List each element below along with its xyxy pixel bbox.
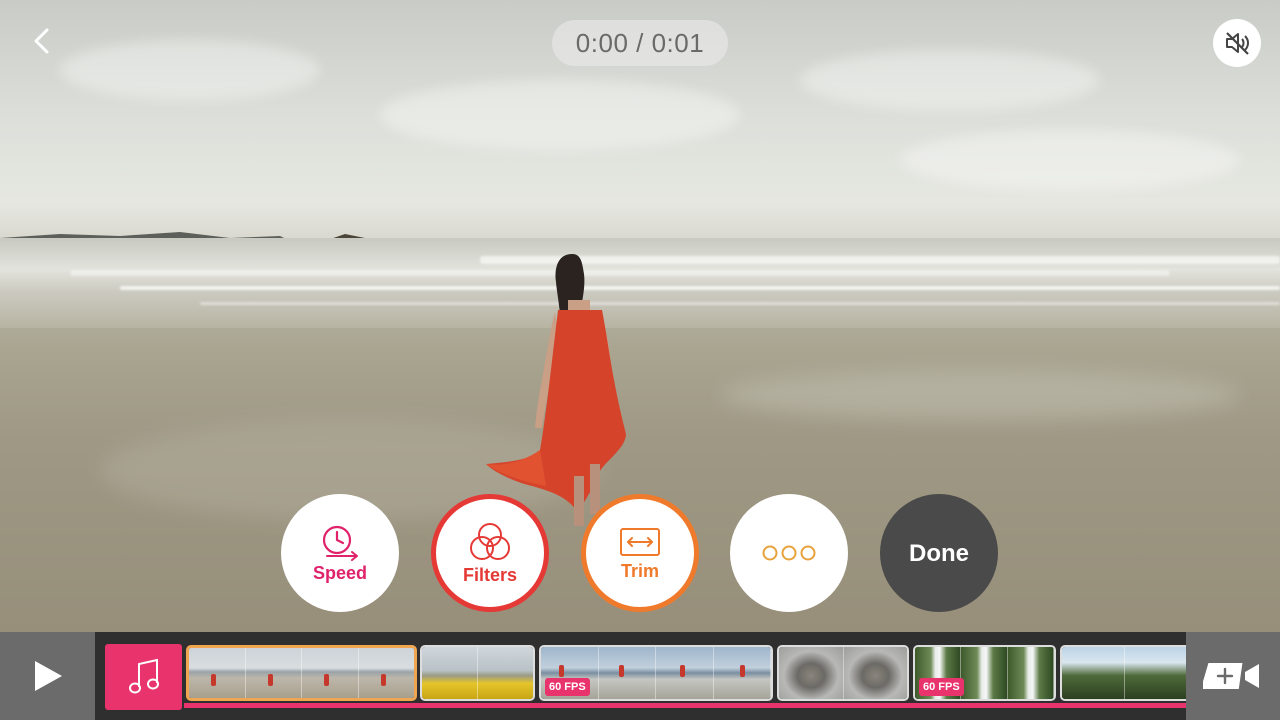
clip-frame [656, 647, 714, 699]
done-label: Done [909, 540, 969, 567]
cloud [380, 80, 740, 150]
clip-frame [779, 647, 844, 699]
music-note-icon [128, 658, 159, 694]
clip-frame [302, 648, 359, 698]
cloud [60, 40, 320, 100]
speed-label: Speed [312, 562, 368, 583]
sand-reflection [720, 370, 1240, 420]
clip-frame [1062, 647, 1125, 699]
timeline-clip[interactable] [420, 645, 535, 701]
clip-frame [713, 647, 771, 699]
timeline-progress-bar [184, 703, 1186, 708]
wave [200, 302, 1280, 305]
cloud [900, 130, 1240, 190]
timeline-clip[interactable] [1060, 645, 1186, 701]
trim-label: Trim [620, 560, 659, 581]
clip-frame [422, 647, 478, 699]
more-dots-icon [762, 545, 816, 561]
trim-button[interactable]: Trim [581, 494, 699, 612]
timeline-clip[interactable] [777, 645, 909, 701]
cloud [800, 50, 1100, 110]
add-music-button[interactable] [105, 644, 182, 710]
more-options-button[interactable] [730, 494, 848, 612]
video-camera-plus-icon [1203, 663, 1259, 689]
trim-frame-icon [620, 527, 660, 556]
play-button[interactable] [0, 632, 95, 720]
filters-circles-icon [470, 522, 510, 560]
fps-badge: 60 FPS [545, 678, 590, 696]
mute-button[interactable] [1213, 19, 1261, 67]
play-icon [34, 661, 62, 691]
playback-time-display: 0:00 / 0:01 [552, 20, 728, 66]
done-button[interactable]: Done [880, 494, 998, 612]
add-video-button[interactable] [1186, 632, 1280, 720]
clip-frame [843, 647, 907, 699]
clip-frame [189, 648, 246, 698]
clip-frame [961, 647, 1008, 699]
stopwatch-arrow-icon [322, 525, 358, 561]
timeline-clip-selected[interactable] [186, 645, 417, 701]
clip-frame [1007, 647, 1054, 699]
fps-badge: 60 FPS [919, 678, 964, 696]
speaker-muted-icon [1226, 32, 1249, 55]
back-chevron-icon[interactable] [28, 26, 58, 56]
clip-frame [358, 648, 414, 698]
wave [120, 286, 1280, 290]
clip-frame [478, 647, 533, 699]
speed-button[interactable]: Speed [281, 494, 399, 612]
clip-frame [245, 648, 302, 698]
filters-label: Filters [462, 564, 518, 585]
timeline-clip[interactable]: 60 FPS [539, 645, 773, 701]
filters-button[interactable]: Filters [431, 494, 549, 612]
clip-frame [598, 647, 656, 699]
timeline-clip[interactable]: 60 FPS [913, 645, 1056, 701]
clip-frame [1124, 647, 1186, 699]
